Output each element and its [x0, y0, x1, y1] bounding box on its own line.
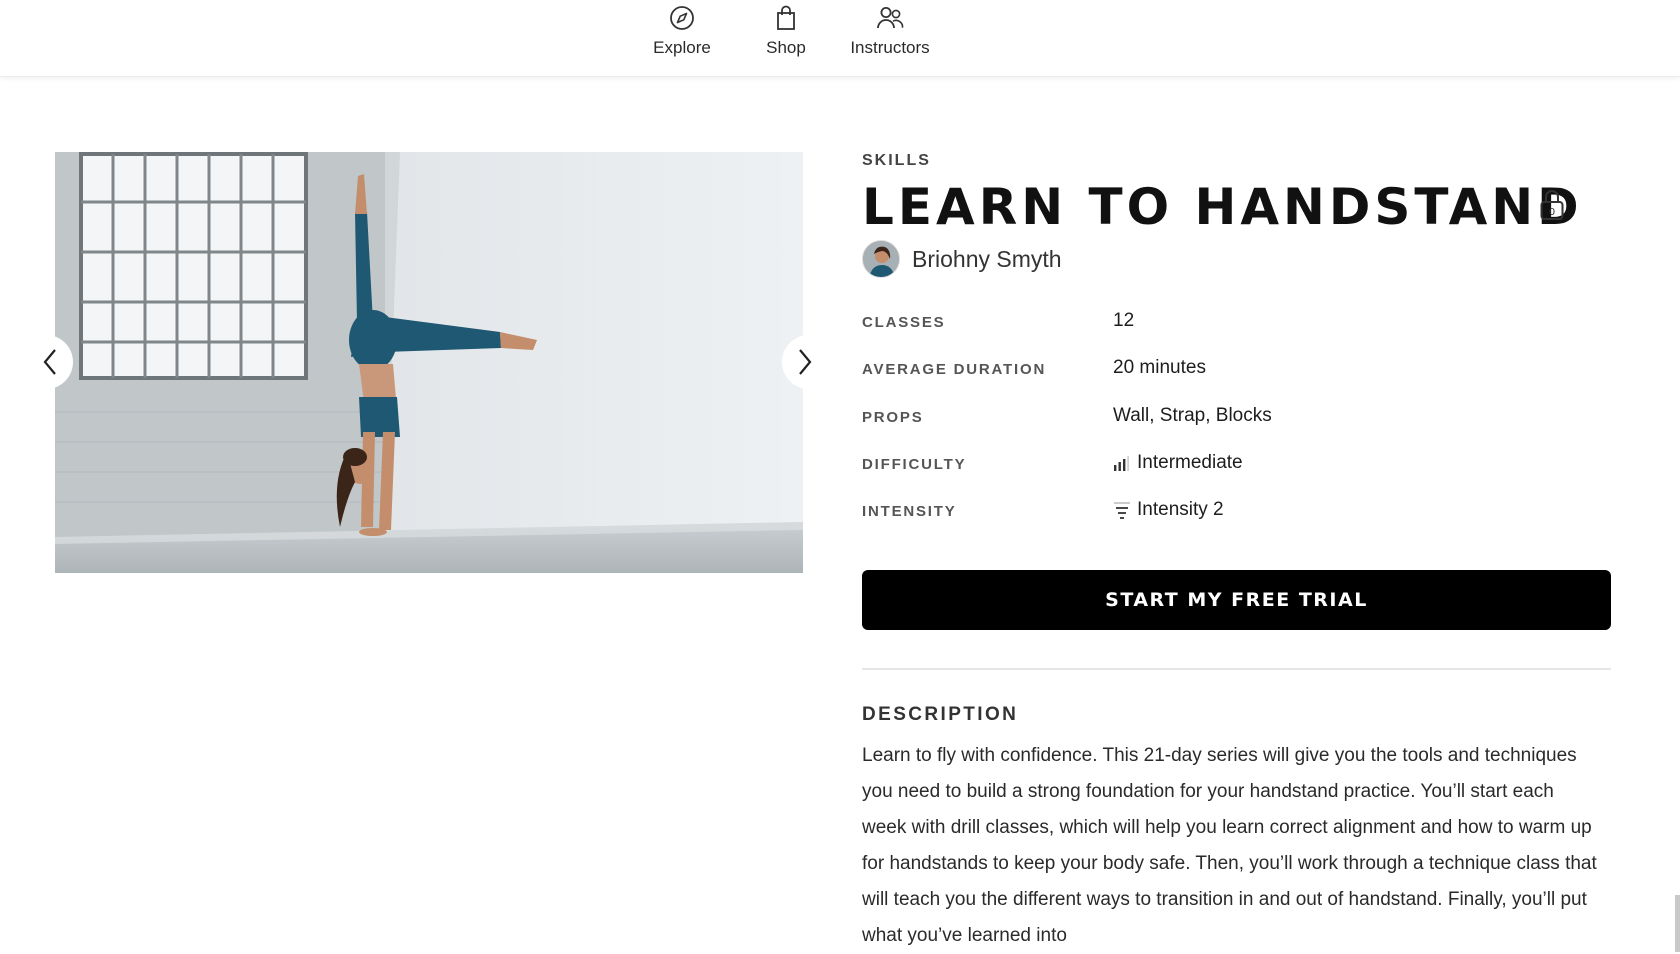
compass-icon — [670, 6, 694, 30]
instructor-link[interactable]: Briohny Smyth — [862, 240, 1062, 278]
spec-value-text: Intermediate — [1137, 452, 1243, 473]
spec-value-text: Wall, Strap, Blocks — [1113, 405, 1272, 426]
program-category: SKILLS — [862, 152, 931, 169]
lock-badge: 0 — [1539, 188, 1565, 227]
chevron-right-icon — [799, 349, 812, 375]
spec-row-classes: CLASSES 12 — [862, 308, 1612, 338]
scrollbar-thumb[interactable] — [1675, 895, 1680, 952]
spec-row-intensity: INTENSITY Intensity 2 — [862, 497, 1612, 527]
spec-value-text: 20 minutes — [1113, 357, 1206, 378]
nav-shop[interactable]: Shop — [736, 4, 836, 58]
spec-row-props: PROPS Wall, Strap, Blocks — [862, 403, 1612, 433]
avatar — [862, 240, 900, 278]
handstand-photo — [55, 152, 803, 573]
instructor-name: Briohny Smyth — [912, 245, 1062, 272]
spec-value: Wall, Strap, Blocks — [1113, 405, 1272, 427]
shopping-bag-icon — [777, 5, 795, 30]
spec-value: 12 — [1113, 310, 1134, 332]
spec-row-average-duration: AVERAGE DURATION 20 minutes — [862, 355, 1612, 385]
spec-label: DIFFICULTY — [862, 456, 967, 473]
instructor-avatar-image — [863, 241, 899, 277]
nav-explore-label: Explore — [653, 38, 711, 57]
divider — [862, 668, 1611, 670]
chevron-left-icon — [43, 349, 56, 375]
program-title: LEARN TO HANDSTAND — [862, 178, 1583, 236]
start-free-trial-button[interactable]: START MY FREE TRIAL — [862, 570, 1611, 630]
spec-row-difficulty: DIFFICULTY Intermediate — [862, 450, 1612, 480]
top-navigation: Explore Shop Instructors — [0, 0, 1680, 77]
spec-label: INTENSITY — [862, 503, 957, 520]
carousel-next-button[interactable] — [782, 335, 828, 389]
spec-value: Intensity 2 — [1113, 499, 1224, 521]
nav-explore[interactable]: Explore — [632, 4, 732, 58]
description-heading: DESCRIPTION — [862, 704, 1019, 725]
spec-label: CLASSES — [862, 314, 946, 331]
nav-shop-label: Shop — [766, 38, 806, 57]
lock-count: 0 — [1549, 207, 1555, 218]
nav-instructors[interactable]: Instructors — [840, 4, 940, 58]
program-description: Learn to fly with confidence. This 21-da… — [862, 745, 1597, 946]
spec-label: AVERAGE DURATION — [862, 361, 1047, 378]
spec-value: 20 minutes — [1113, 357, 1206, 379]
intensity-icon — [1114, 502, 1130, 519]
difficulty-bars-icon — [1114, 456, 1129, 471]
program-hero-image — [55, 152, 803, 573]
spec-value-text: Intensity 2 — [1137, 499, 1224, 520]
nav-instructors-label: Instructors — [850, 38, 930, 57]
spec-value: Intermediate — [1113, 452, 1243, 474]
lock-icon: 0 — [1540, 190, 1564, 220]
spec-label: PROPS — [862, 409, 924, 426]
spec-value-text: 12 — [1113, 310, 1135, 331]
people-icon — [877, 7, 904, 29]
